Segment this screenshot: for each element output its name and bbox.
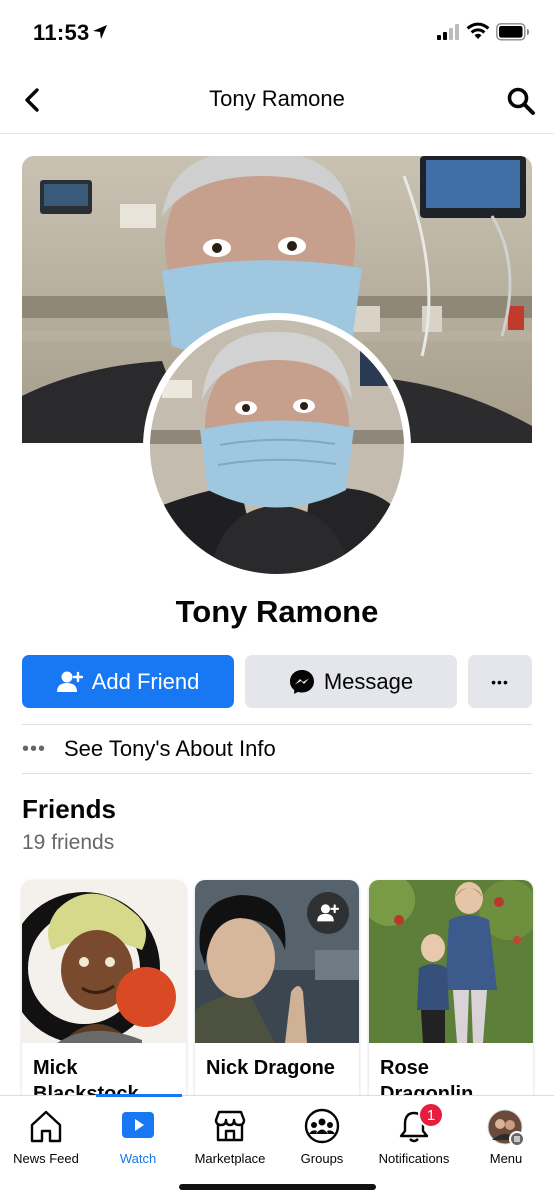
message-label: Message [323, 668, 414, 694]
messenger-icon [289, 669, 314, 694]
add-friend-badge[interactable] [307, 892, 349, 934]
friend-photo [369, 880, 533, 1043]
tab-news-feed[interactable]: News Feed [0, 1096, 92, 1176]
friend-photo [195, 880, 359, 1043]
friend-photo [22, 880, 186, 1043]
battery-icon [496, 23, 529, 41]
tab-groups[interactable]: Groups [276, 1096, 368, 1176]
friends-count[interactable]: 19 friends [22, 831, 114, 855]
notification-badge: 1 [418, 1102, 444, 1128]
tab-label: Menu [489, 1151, 523, 1166]
divider [22, 724, 532, 725]
about-info-link[interactable]: See Tony's About Info [64, 736, 276, 762]
page-title: Tony Ramone [209, 86, 345, 111]
message-button[interactable]: Message [245, 655, 457, 708]
profile-picture[interactable] [150, 320, 404, 574]
friend-card[interactable]: Mick Blackstock [22, 880, 186, 1105]
active-tab-indicator [96, 1094, 182, 1097]
about-info-row[interactable]: ••• See Tony's About Info [22, 726, 532, 772]
watch-icon [122, 1112, 154, 1138]
friends-section-title: Friends [22, 794, 116, 824]
cellular-signal-icon [437, 24, 459, 40]
add-friend-icon [317, 904, 339, 922]
status-time: 11:53 [33, 20, 90, 45]
friend-name: Nick Dragone [206, 1057, 335, 1079]
add-friend-label: Add Friend [91, 668, 200, 694]
home-icon [30, 1110, 62, 1143]
add-friend-icon [56, 671, 83, 692]
more-options-button[interactable]: ••• [468, 655, 532, 708]
friend-card[interactable]: Nick Dragone [195, 880, 359, 1105]
more-options-icon: ••• [491, 673, 509, 690]
profile-header: Tony Ramone [0, 66, 554, 134]
tab-watch[interactable]: Watch [92, 1096, 184, 1176]
home-indicator[interactable] [179, 1184, 376, 1190]
profile-name: Tony Ramone [175, 594, 379, 629]
wifi-icon [466, 22, 490, 39]
status-bar: 11:53 [0, 0, 554, 66]
avatar-icon [487, 1109, 525, 1147]
marketplace-icon [214, 1110, 246, 1142]
add-friend-button[interactable]: Add Friend [22, 655, 234, 708]
tab-menu[interactable]: Menu [460, 1096, 552, 1176]
search-icon[interactable] [506, 86, 536, 116]
location-arrow-icon [93, 25, 107, 39]
groups-icon [304, 1108, 340, 1144]
friend-card[interactable]: Rose Dragonlin [369, 880, 533, 1105]
divider [22, 773, 532, 774]
tab-marketplace[interactable]: Marketplace [184, 1096, 276, 1176]
more-dots-icon: ••• [22, 737, 47, 760]
tab-notifications[interactable]: 1 Notifications [368, 1096, 460, 1176]
